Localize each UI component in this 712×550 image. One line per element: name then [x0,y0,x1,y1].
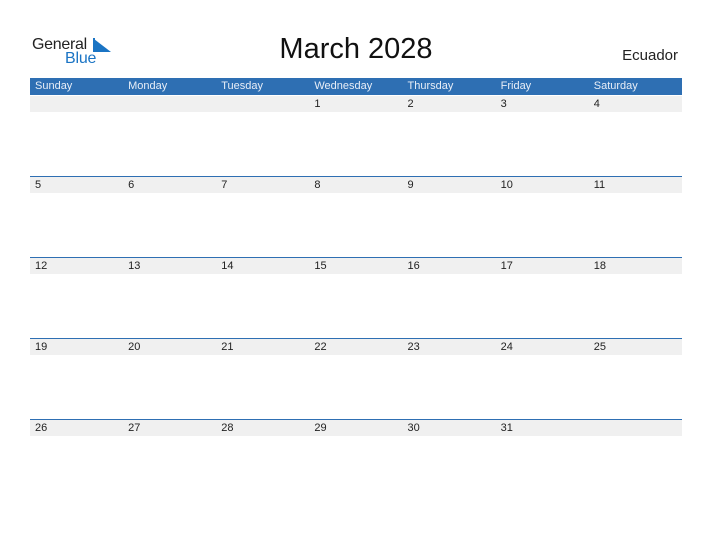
day-cell[interactable]: 27 [123,420,216,436]
day-cell[interactable]: 15 [309,258,402,274]
week-row: 26 27 28 29 30 31 [30,418,682,436]
day-cell[interactable]: 13 [123,258,216,274]
day-cell[interactable]: 20 [123,339,216,355]
day-cell[interactable]: 11 [589,177,682,193]
day-cell[interactable]: 10 [496,177,589,193]
day-cell[interactable]: 5 [30,177,123,193]
date-strip: 19 20 21 22 23 24 25 [30,337,682,355]
day-cell[interactable]: 4 [589,96,682,112]
day-cell[interactable]: 28 [216,420,309,436]
weekday-friday: Friday [500,80,532,92]
day-cell[interactable]: 3 [496,96,589,112]
day-cell[interactable]: 26 [30,420,123,436]
weekday-tuesday: Tuesday [221,80,264,92]
day-cell[interactable]: 6 [123,177,216,193]
date-strip: 12 13 14 15 16 17 18 [30,256,682,274]
day-cell[interactable]: 12 [30,258,123,274]
weekday-sunday: Sunday [35,80,73,92]
day-cell[interactable] [589,420,682,436]
day-cell[interactable]: 23 [403,339,496,355]
week-row: 19 20 21 22 23 24 25 [30,337,682,355]
date-strip: 5 6 7 8 9 10 11 [30,175,682,193]
week-row: 1234 [30,96,682,112]
weekday-monday: Monday [128,80,168,92]
day-cell[interactable] [30,96,123,112]
day-cell[interactable]: 1 [309,96,402,112]
day-cell[interactable]: 30 [403,420,496,436]
day-cell[interactable]: 21 [216,339,309,355]
country-label: Ecuador [622,47,678,64]
day-cell[interactable]: 9 [403,177,496,193]
day-cell[interactable] [216,96,309,112]
day-cell[interactable]: 24 [496,339,589,355]
day-cell[interactable]: 19 [30,339,123,355]
day-cell[interactable]: 29 [309,420,402,436]
weekday-saturday: Saturday [593,80,638,92]
day-cell[interactable]: 7 [216,177,309,193]
week-row: 5 6 7 8 9 10 11 [30,175,682,193]
day-cell[interactable]: 31 [496,420,589,436]
day-cell[interactable]: 14 [216,258,309,274]
weekday-header: Sunday Monday Tuesday Wednesday Thursday… [30,78,682,95]
calendar-title: March 2028 [279,33,433,65]
day-cell[interactable]: 16 [403,258,496,274]
date-strip: 1234 [30,96,682,112]
day-cell[interactable]: 2 [403,96,496,112]
weekday-wednesday: Wednesday [314,80,373,92]
day-cell[interactable]: 22 [309,339,402,355]
week-row: 12 13 14 15 16 17 18 [30,256,682,274]
day-cell[interactable] [123,96,216,112]
day-cell[interactable]: 8 [309,177,402,193]
day-cell[interactable]: 18 [589,258,682,274]
day-cell[interactable]: 25 [589,339,682,355]
date-strip: 26 27 28 29 30 31 [30,418,682,436]
weekday-thursday: Thursday [407,80,454,92]
day-cell[interactable]: 17 [496,258,589,274]
